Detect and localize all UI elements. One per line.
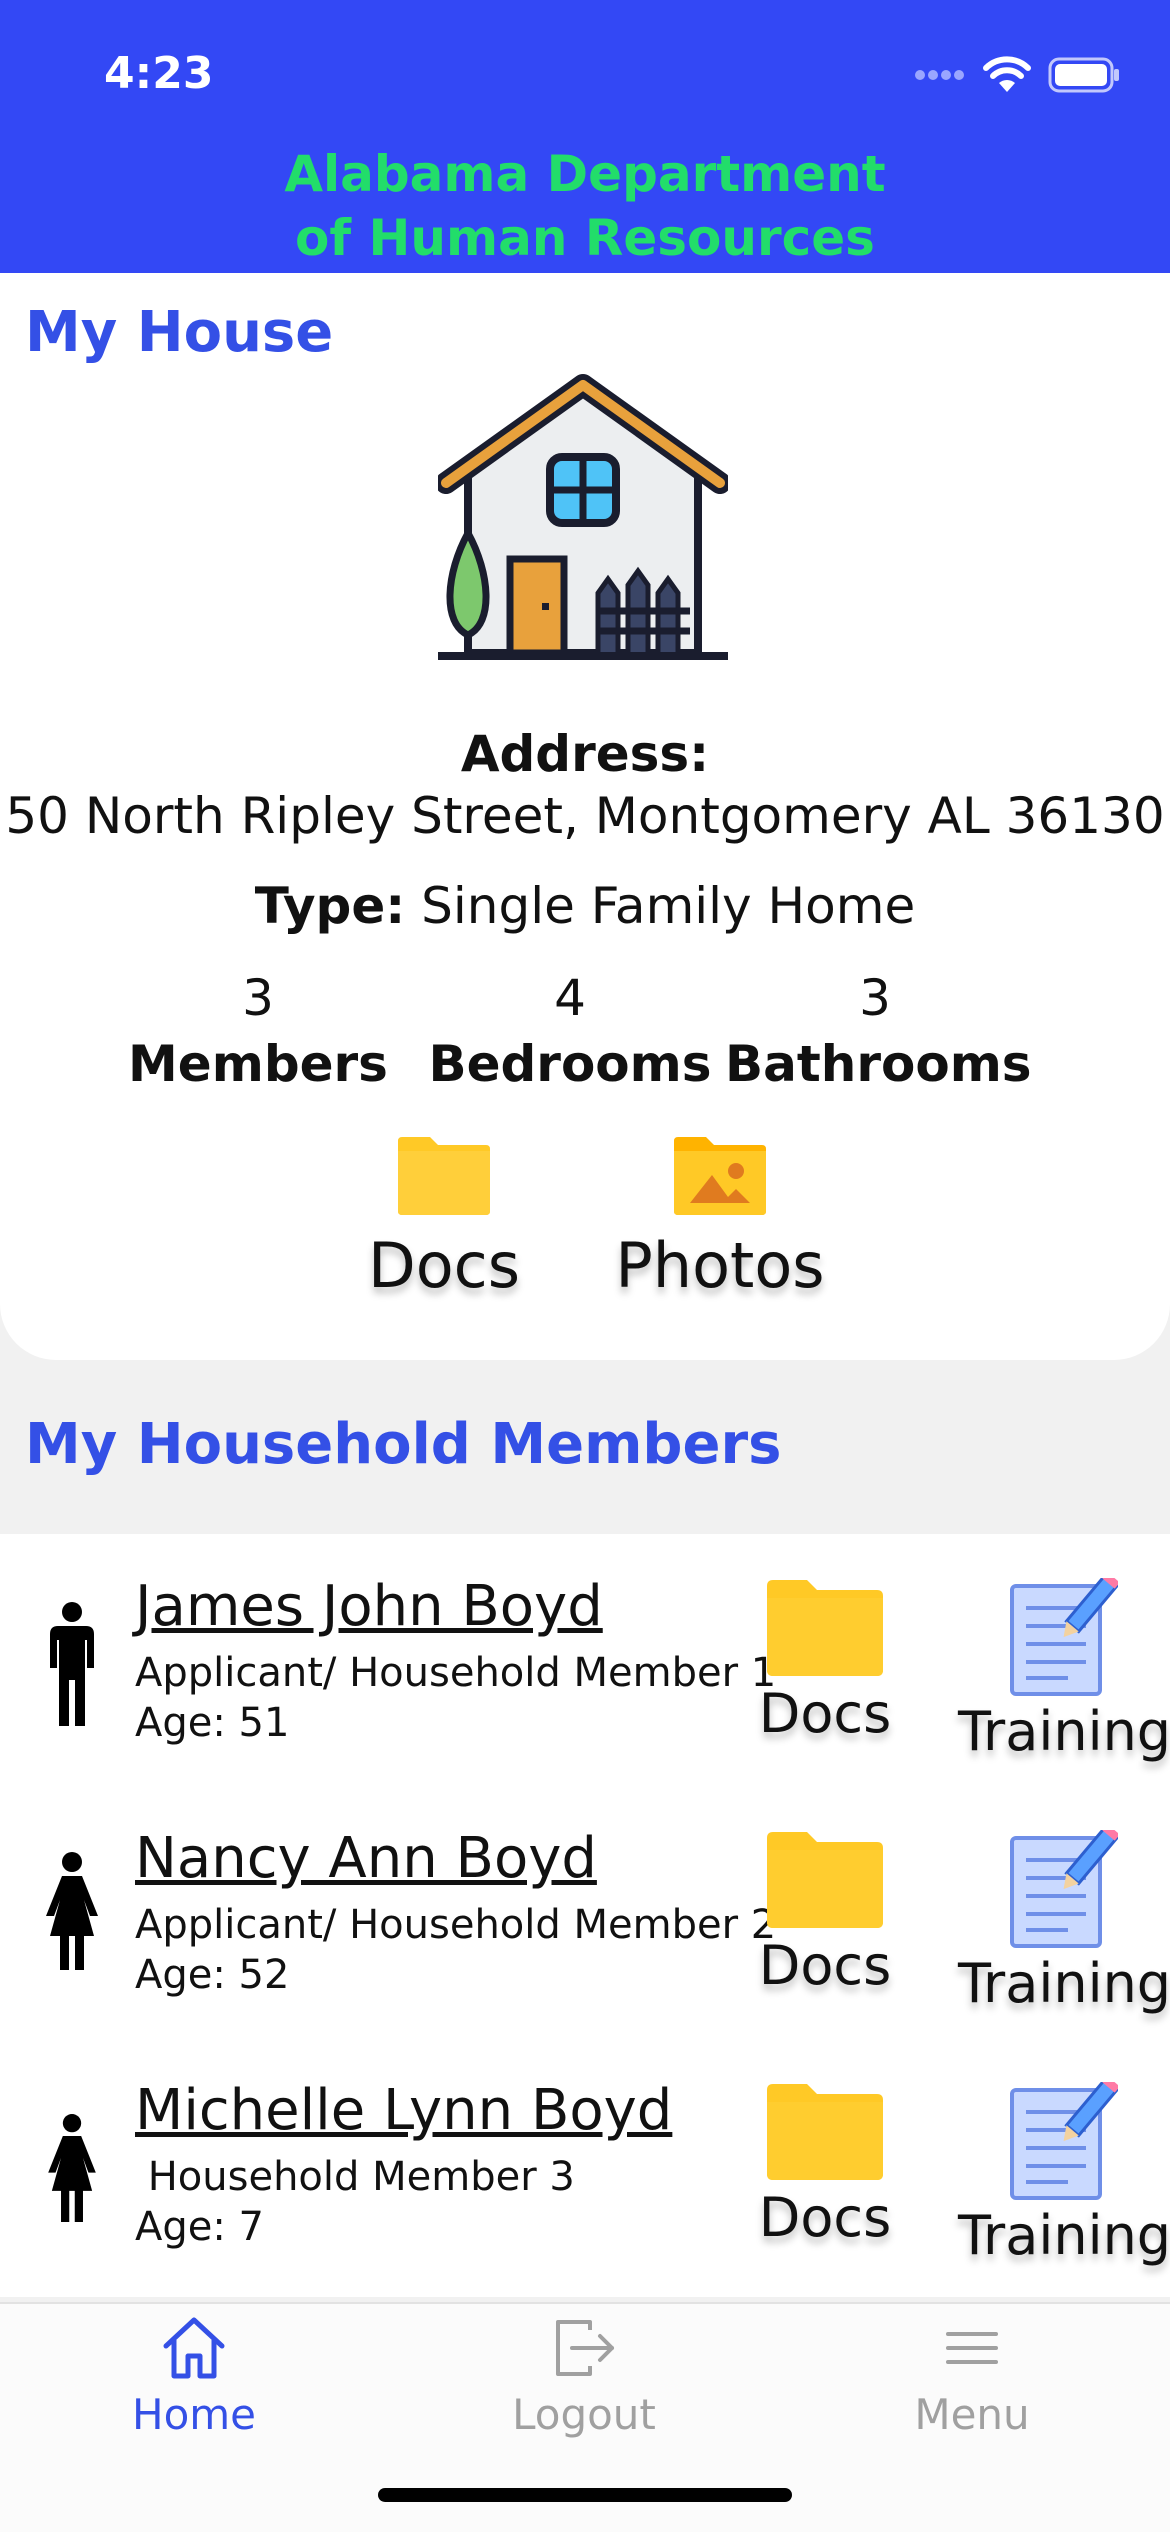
folder-icon xyxy=(398,1137,490,1215)
member-row: Michelle Lynn Boyd Household Member 3 Ag… xyxy=(0,2038,1170,2290)
member-role: Applicant/ Household Member 2 xyxy=(135,1902,777,1948)
member-docs-button[interactable]: Docs xyxy=(755,1578,895,1745)
wifi-icon xyxy=(983,56,1031,92)
type-value: Single Family Home xyxy=(421,877,916,935)
member-age: Age: 51 xyxy=(135,1700,290,1746)
members-label: Members xyxy=(128,1035,388,1093)
member-training-button[interactable]: Training xyxy=(958,2076,1170,2267)
member-training-button[interactable]: Training xyxy=(958,1824,1170,2015)
tab-home-label: Home xyxy=(131,2390,257,2439)
home-indicator xyxy=(378,2488,792,2502)
house-docs-button[interactable]: Docs xyxy=(364,1135,524,1302)
bedrooms-stat: 4 Bedrooms xyxy=(420,965,720,1097)
member-training-label: Training xyxy=(958,1700,1170,1763)
app-title-line2: of Human Resources xyxy=(295,209,875,267)
training-notepad-icon xyxy=(1010,1572,1120,1696)
type-label: Type: xyxy=(254,877,406,935)
tab-home[interactable]: Home xyxy=(64,2314,324,2439)
member-name-link[interactable]: Michelle Lynn Boyd xyxy=(135,2078,672,2143)
bedrooms-label: Bedrooms xyxy=(428,1035,712,1093)
member-docs-label: Docs xyxy=(758,1682,892,1745)
folder-icon xyxy=(767,1832,883,1928)
training-notepad-icon xyxy=(1010,2076,1120,2200)
folder-icon xyxy=(767,2084,883,2180)
member-role: Household Member 3 xyxy=(135,2154,575,2200)
member-training-label: Training xyxy=(958,1952,1170,2015)
members-list: James John Boyd Applicant/ Household Mem… xyxy=(0,1534,1170,2297)
status-icons xyxy=(914,56,1120,94)
tab-menu[interactable]: Menu xyxy=(842,2314,1102,2439)
house-photos-button[interactable]: Photos xyxy=(610,1135,830,1302)
address-label: Address: xyxy=(460,725,710,783)
logout-icon xyxy=(556,2320,614,2376)
address-value: 50 North Ripley Street, Montgomery AL 36… xyxy=(5,787,1165,845)
house-type: Type: Single Family Home xyxy=(0,877,1170,935)
tab-logout[interactable]: Logout xyxy=(454,2314,714,2439)
house-icon xyxy=(438,374,728,660)
photo-folder-icon xyxy=(674,1137,766,1215)
member-docs-button[interactable]: Docs xyxy=(755,1830,895,1997)
house-photos-label: Photos xyxy=(615,1229,825,1302)
app-title: Alabama Department of Human Resources xyxy=(0,142,1170,270)
member-docs-button[interactable]: Docs xyxy=(755,2082,895,2249)
bedrooms-count: 4 xyxy=(554,969,586,1027)
training-notepad-icon xyxy=(1010,1824,1120,1948)
member-name-link[interactable]: James John Boyd xyxy=(135,1574,603,1639)
members-stat: 3 Members xyxy=(108,965,408,1097)
member-row: Nancy Ann Boyd Applicant/ Household Memb… xyxy=(0,1786,1170,2038)
female-person-icon xyxy=(46,1852,98,1970)
battery-icon xyxy=(1048,57,1119,93)
folder-icon xyxy=(767,1580,883,1676)
app-title-line1: Alabama Department xyxy=(284,145,886,203)
member-training-label: Training xyxy=(958,2204,1170,2267)
male-person-icon xyxy=(50,1602,94,1726)
signal-icon xyxy=(915,70,964,80)
member-name-link[interactable]: Nancy Ann Boyd xyxy=(135,1826,597,1891)
app-header: 4:23 Alabama Department of Human Resourc… xyxy=(0,0,1170,273)
member-docs-label: Docs xyxy=(758,2186,892,2249)
member-age: Age: 7 xyxy=(135,2204,265,2250)
bathrooms-label: Bathrooms xyxy=(725,1035,1032,1093)
members-count: 3 xyxy=(242,969,274,1027)
bathrooms-stat: 3 Bathrooms xyxy=(725,965,1032,1097)
member-age: Age: 52 xyxy=(135,1952,290,1998)
household-members-title: My Household Members xyxy=(25,1412,782,1477)
female-person-icon xyxy=(48,2114,96,2222)
tab-logout-label: Logout xyxy=(512,2390,656,2439)
menu-icon xyxy=(946,2332,998,2364)
member-training-button[interactable]: Training xyxy=(958,1572,1170,1763)
my-house-title: My House xyxy=(25,300,334,365)
member-row: James John Boyd Applicant/ Household Mem… xyxy=(0,1534,1170,1786)
bathrooms-count: 3 xyxy=(859,969,891,1027)
status-time: 4:23 xyxy=(104,48,214,99)
member-role: Applicant/ Household Member 1 xyxy=(135,1650,777,1696)
house-card: My House Address: 50 North Ripley Street… xyxy=(0,273,1170,1360)
member-docs-label: Docs xyxy=(758,1934,892,1997)
tab-menu-label: Menu xyxy=(914,2390,1030,2439)
house-docs-label: Docs xyxy=(367,1229,521,1302)
home-icon xyxy=(163,2317,225,2379)
